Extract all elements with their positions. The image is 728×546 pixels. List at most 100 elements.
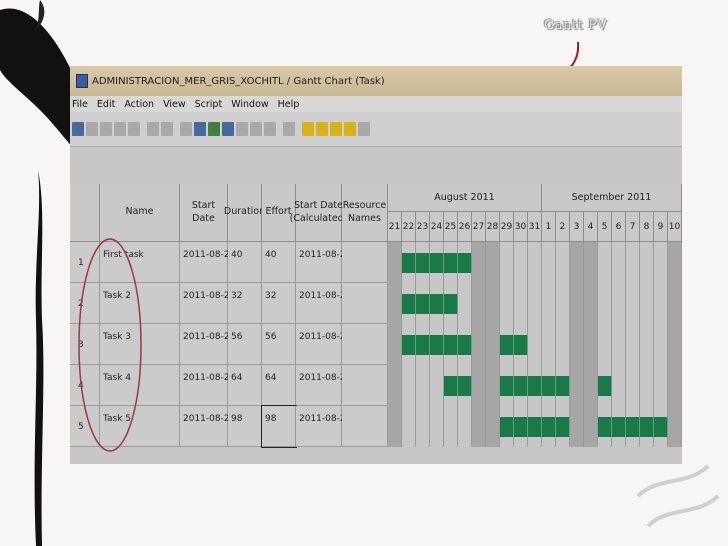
task-resource-names[interactable] — [342, 283, 388, 324]
table-row[interactable]: 2 Task 2 2011-08-22 32 32 2011-08-22 — [70, 283, 682, 324]
link-icon[interactable] — [147, 122, 159, 136]
step-forward-icon[interactable] — [264, 122, 276, 136]
gantt-bar-day — [430, 335, 444, 355]
gantt-bar[interactable] — [444, 376, 472, 396]
gantt-bar-day — [514, 376, 528, 396]
task-effort[interactable]: 32 — [262, 283, 296, 324]
task-start-calculated[interactable]: 2011-08-25 — [296, 365, 351, 406]
gantt-bar-day — [528, 417, 542, 437]
header-name[interactable]: Name — [100, 184, 180, 242]
indent-icon[interactable] — [86, 122, 98, 136]
pause-icon[interactable] — [283, 122, 295, 136]
gantt-bar-day — [444, 294, 458, 314]
menu-help[interactable]: Help — [278, 99, 300, 110]
unlink-icon[interactable] — [161, 122, 173, 136]
task-duration[interactable]: 64 — [228, 365, 262, 406]
gantt-bar-day — [514, 417, 528, 437]
task-effort[interactable]: 56 — [262, 324, 296, 365]
month-september: September 2011 — [542, 184, 682, 212]
gantt-bar[interactable] — [402, 335, 472, 355]
copy-icon[interactable] — [194, 122, 206, 136]
end-icon[interactable] — [358, 122, 370, 136]
table-row[interactable]: 3 Task 3 2011-08-22 56 56 2011-08-22 — [70, 324, 682, 365]
task-resource-names[interactable] — [342, 324, 388, 365]
gantt-bar[interactable] — [402, 294, 458, 314]
task-start-calculated[interactable]: 2011-08-22 — [296, 242, 351, 283]
month-august: August 2011 — [388, 184, 542, 212]
task-start-date[interactable]: 2011-08-22 — [180, 242, 235, 283]
day-header: 4 — [584, 212, 598, 242]
resource-icon[interactable] — [208, 122, 220, 136]
task-start-calculated[interactable]: 2011-08-22 — [296, 283, 351, 324]
task-start-date[interactable]: 2011-08-22 — [180, 283, 235, 324]
menu-file[interactable]: File — [72, 99, 88, 110]
gantt-bar[interactable] — [598, 376, 612, 396]
gantt-bar-day — [598, 417, 612, 437]
gantt-bar-day — [626, 417, 640, 437]
header-rownum — [70, 184, 100, 242]
menu-window[interactable]: Window — [231, 99, 268, 110]
task-duration[interactable]: 32 — [228, 283, 262, 324]
header-duration[interactable]: Duration — [224, 184, 265, 242]
table-header: Name Start Date Duration Effort Start Da… — [70, 184, 682, 242]
gantt-network-icon[interactable] — [72, 122, 84, 136]
highlight-ellipse — [78, 238, 142, 452]
task-duration[interactable]: 56 — [228, 324, 262, 365]
previous-icon[interactable] — [316, 122, 328, 136]
gantt-bar[interactable] — [500, 417, 570, 437]
task-start-date[interactable]: 2011-08-29 — [180, 406, 235, 447]
gantt-bar-day — [514, 335, 528, 355]
gantt-bar[interactable] — [402, 253, 472, 273]
menu-edit[interactable]: Edit — [97, 99, 115, 110]
table-row[interactable]: 1 First task 2011-08-22 40 40 2011-08-22 — [70, 242, 682, 283]
gantt-bar-day — [528, 376, 542, 396]
last-icon[interactable] — [344, 122, 356, 136]
task-start-date[interactable]: 2011-08-22 — [180, 324, 235, 365]
task-resource-names[interactable] — [342, 365, 388, 406]
gantt-bar[interactable] — [500, 376, 570, 396]
document-icon[interactable] — [180, 122, 192, 136]
gantt-bar[interactable] — [598, 417, 668, 437]
day-header: 9 — [654, 212, 668, 242]
task-resource-names[interactable] — [342, 406, 388, 447]
step-back-icon[interactable] — [250, 122, 262, 136]
task-start-date[interactable]: 2011-08-25 — [180, 365, 235, 406]
rewind-icon[interactable] — [236, 122, 248, 136]
header-start-date[interactable]: Start Date — [180, 184, 228, 242]
day-header: 8 — [640, 212, 654, 242]
outdent-icon[interactable] — [100, 122, 112, 136]
table-row[interactable]: 5 Task 5 2011-08-29 98 98 2011-08-29 — [70, 405, 682, 448]
task-duration[interactable]: 98 — [228, 406, 262, 447]
gantt-bar-day — [416, 294, 430, 314]
task-resource-names[interactable] — [342, 242, 388, 283]
window-title: ADMINISTRACION_MER_GRIS_XOCHITL / Gantt … — [92, 75, 385, 87]
day-header: 29 — [500, 212, 514, 242]
menu-action[interactable]: Action — [124, 99, 154, 110]
menu-view[interactable]: View — [163, 99, 186, 110]
task-effort[interactable]: 64 — [262, 365, 296, 406]
first-icon[interactable] — [302, 122, 314, 136]
header-resource-names[interactable]: Resource Names — [342, 184, 388, 242]
task-duration[interactable]: 40 — [228, 242, 262, 283]
task-effort[interactable]: 98 — [261, 405, 297, 448]
move-down-icon[interactable] — [128, 122, 140, 136]
menu-script[interactable]: Script — [195, 99, 223, 110]
day-header: 5 — [598, 212, 612, 242]
gantt-window: ADMINISTRACION_MER_GRIS_XOCHITL / Gantt … — [70, 66, 682, 464]
header-start-calculated[interactable]: Start Date (Calculated) — [290, 184, 347, 242]
table-row[interactable]: 4 Task 4 2011-08-25 64 64 2011-08-25 — [70, 365, 682, 406]
toolbar — [70, 112, 682, 147]
task-start-calculated[interactable]: 2011-08-22 — [296, 324, 351, 365]
day-header: 10 — [668, 212, 682, 242]
gantt-bar-day — [612, 417, 626, 437]
gantt-bar-day — [542, 376, 556, 396]
next-icon[interactable] — [330, 122, 342, 136]
move-up-icon[interactable] — [114, 122, 126, 136]
gantt-bar[interactable] — [500, 335, 528, 355]
day-header: 6 — [612, 212, 626, 242]
day-header: 3 — [570, 212, 584, 242]
assign-icon[interactable] — [222, 122, 234, 136]
task-effort[interactable]: 40 — [262, 242, 296, 283]
day-header: 31 — [528, 212, 542, 242]
task-start-calculated[interactable]: 2011-08-29 — [296, 406, 351, 447]
